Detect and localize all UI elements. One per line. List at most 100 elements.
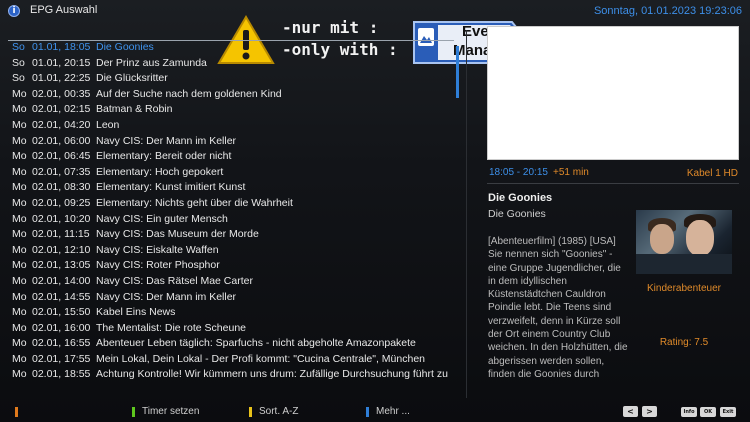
epg-item-day: So [12,72,25,85]
epg-list-item[interactable]: Mo 02.01, 00:35 Auf der Suche nach dem gol… [8,87,454,103]
epg-item-day: Mo [12,118,27,131]
page-title: EPG Auswahl [30,4,98,16]
epg-item-datetime: 02.01, 14:00 [32,274,91,287]
epg-item-datetime: 01.01, 20:15 [32,56,91,69]
epg-item-day: Mo [12,243,27,256]
epg-list-item[interactable]: So 01.01, 22:25 Die Glücksritter [8,71,454,87]
yellow-key-icon[interactable] [249,407,252,417]
yellow-key-label[interactable]: Sort. A-Z [259,406,298,417]
epg-item-title: Elementary: Nichts geht über die Wahrhei… [96,196,293,209]
epg-item-day: Mo [12,274,27,287]
epg-item-datetime: 02.01, 15:50 [32,306,91,319]
selection-indicator [8,40,454,41]
panel-divider [466,30,467,398]
epg-item-day: Mo [12,103,27,116]
epg-list-item[interactable]: Mo 02.01, 08:30 Elementary: Kunst imitiert… [8,180,454,196]
red-key-icon[interactable] [15,407,18,417]
epg-item-title: Navy CIS: Ein guter Mensch [96,212,228,225]
epg-list-item[interactable]: Mo 02.01, 12:10 Navy CIS: Eiskalte Waffen [8,243,454,259]
green-key-label[interactable]: Timer setzen [142,406,199,417]
epg-item-day: Mo [12,321,27,334]
epg-list-item[interactable]: Mo 02.01, 16:55 Abenteuer Leben täglich: S… [8,336,454,352]
event-title: Die Goonies [488,192,553,204]
epg-list-item[interactable]: Mo 02.01, 11:15 Navy CIS: Das Museum der M… [8,227,454,243]
epg-list-item[interactable]: Mo 02.01, 17:55 Mein Lokal, Dein Lokal - D… [8,352,454,368]
epg-item-day: Mo [12,290,27,303]
epg-item-day: Mo [12,306,27,319]
epg-item-datetime: 02.01, 16:55 [32,337,91,350]
channel-name: Kabel 1 HD [686,168,738,179]
epg-item-day: Mo [12,150,27,163]
clock-datetime: Sonntag, 01.01.2023 19:23:06 [593,5,742,17]
epg-list-item[interactable]: Mo 02.01, 07:35 Elementary: Hoch gepokert [8,165,454,181]
epg-item-title: Elementary: Kunst imitiert Kunst [96,181,246,194]
list-scrollbar[interactable] [456,46,459,98]
epg-list-item[interactable]: Mo 02.01, 14:00 Navy CIS: Das Rätsel Mae C… [8,274,454,290]
epg-item-title: Navy CIS: Roter Phosphor [96,259,220,272]
epg-item-day: Mo [12,259,27,272]
epg-item-day: So [12,41,25,53]
epg-item-datetime: 02.01, 07:35 [32,165,91,178]
epg-list-item[interactable]: Mo 02.01, 10:20 Navy CIS: Ein guter Mensch [8,212,454,228]
epg-list-item[interactable]: Mo 02.01, 18:55 Achtung Kontrolle! Wir küm… [8,367,454,383]
epg-item-day: Mo [12,352,27,365]
epg-list-item[interactable]: Mo 02.01, 06:00 Navy CIS: Der Mann im Kell… [8,134,454,150]
exit-button[interactable]: Exit [720,407,736,417]
epg-item-datetime: 02.01, 06:00 [32,134,91,147]
epg-item-datetime: 02.01, 04:20 [32,118,91,131]
next-page-button[interactable]: > [642,406,657,417]
epg-list-item[interactable]: Mo 02.01, 02:15 Batman & Robin [8,102,454,118]
epg-item-datetime: 02.01, 17:55 [32,352,91,365]
epg-list-item[interactable]: So 01.01, 18:05 Die Goonies [8,40,454,56]
epg-item-title: Abenteuer Leben täglich: Sparfuchs - nic… [96,337,416,350]
epg-item-title: Der Prinz aus Zamunda [96,56,207,69]
epg-item-title: Leon [96,118,120,131]
epg-list-item[interactable]: Mo 02.01, 14:55 Navy CIS: Der Mann im Kell… [8,290,454,306]
blue-key-icon[interactable] [366,407,369,417]
epg-screen: i EPG Auswahl Sonntag, 01.01.2023 19:23:… [0,0,750,422]
prev-page-button[interactable]: < [623,406,638,417]
epg-list-item[interactable]: Mo 02.01, 04:20 Leon [8,118,454,134]
overlay-note-de: -nur mit : [282,18,379,37]
epg-item-title: Achtung Kontrolle! Wir kümmern uns drum:… [96,368,448,381]
epg-list-item[interactable]: Mo 02.01, 16:00 The Mentalist: Die rote Sc… [8,321,454,337]
event-genre: Kinderabenteuer [647,283,721,294]
epg-item-datetime: 02.01, 02:15 [32,103,91,116]
ok-button[interactable]: OK [700,407,716,417]
epg-item-datetime: 02.01, 18:55 [32,368,91,381]
event-poster-image [636,210,732,274]
epg-item-title: Kabel Eins News [96,306,176,319]
epg-item-title: Auf der Suche nach dem goldenen Kind [96,87,282,100]
epg-item-day: So [12,56,25,69]
tv-preview [487,26,739,160]
epg-item-day: Mo [12,196,27,209]
epg-item-day: Mo [12,228,27,241]
info-button[interactable]: Info [681,407,697,417]
epg-item-title: Die Goonies [96,41,154,53]
epg-item-day: Mo [12,181,27,194]
epg-item-title: Navy CIS: Eiskalte Waffen [96,243,219,256]
epg-item-day: Mo [12,87,27,100]
epg-item-title: Navy CIS: Der Mann im Keller [96,134,237,147]
epg-list-item[interactable]: Mo 02.01, 06:45 Elementary: Bereit oder ni… [8,149,454,165]
epg-item-datetime: 02.01, 16:00 [32,321,91,334]
green-key-icon[interactable] [132,407,135,417]
epg-item-day: Mo [12,337,27,350]
epg-item-day: Mo [12,165,27,178]
epg-item-title: The Mentalist: Die rote Scheune [96,321,246,334]
blue-key-label[interactable]: Mehr ... [376,406,410,417]
epg-item-datetime: 02.01, 14:55 [32,290,91,303]
epg-item-title: Navy CIS: Der Mann im Keller [96,290,237,303]
epg-list-item[interactable]: So 01.01, 20:15 Der Prinz aus Zamunda [8,56,454,72]
info-icon[interactable]: i [8,5,20,17]
epg-item-datetime: 02.01, 12:10 [32,243,91,256]
epg-list-item[interactable]: Mo 02.01, 15:50 Kabel Eins News [8,305,454,321]
epg-list-item[interactable]: Mo 02.01, 09:25 Elementary: Nichts geht üb… [8,196,454,212]
epg-item-datetime: 02.01, 11:15 [32,228,90,241]
detail-divider [487,183,739,184]
epg-item-datetime: 02.01, 06:45 [32,150,91,163]
epg-item-title: Navy CIS: Das Museum der Morde [96,228,259,241]
epg-item-day: Mo [12,212,27,225]
epg-list-item[interactable]: Mo 02.01, 13:05 Navy CIS: Roter Phosphor [8,258,454,274]
epg-item-title: Elementary: Bereit oder nicht [96,150,232,163]
